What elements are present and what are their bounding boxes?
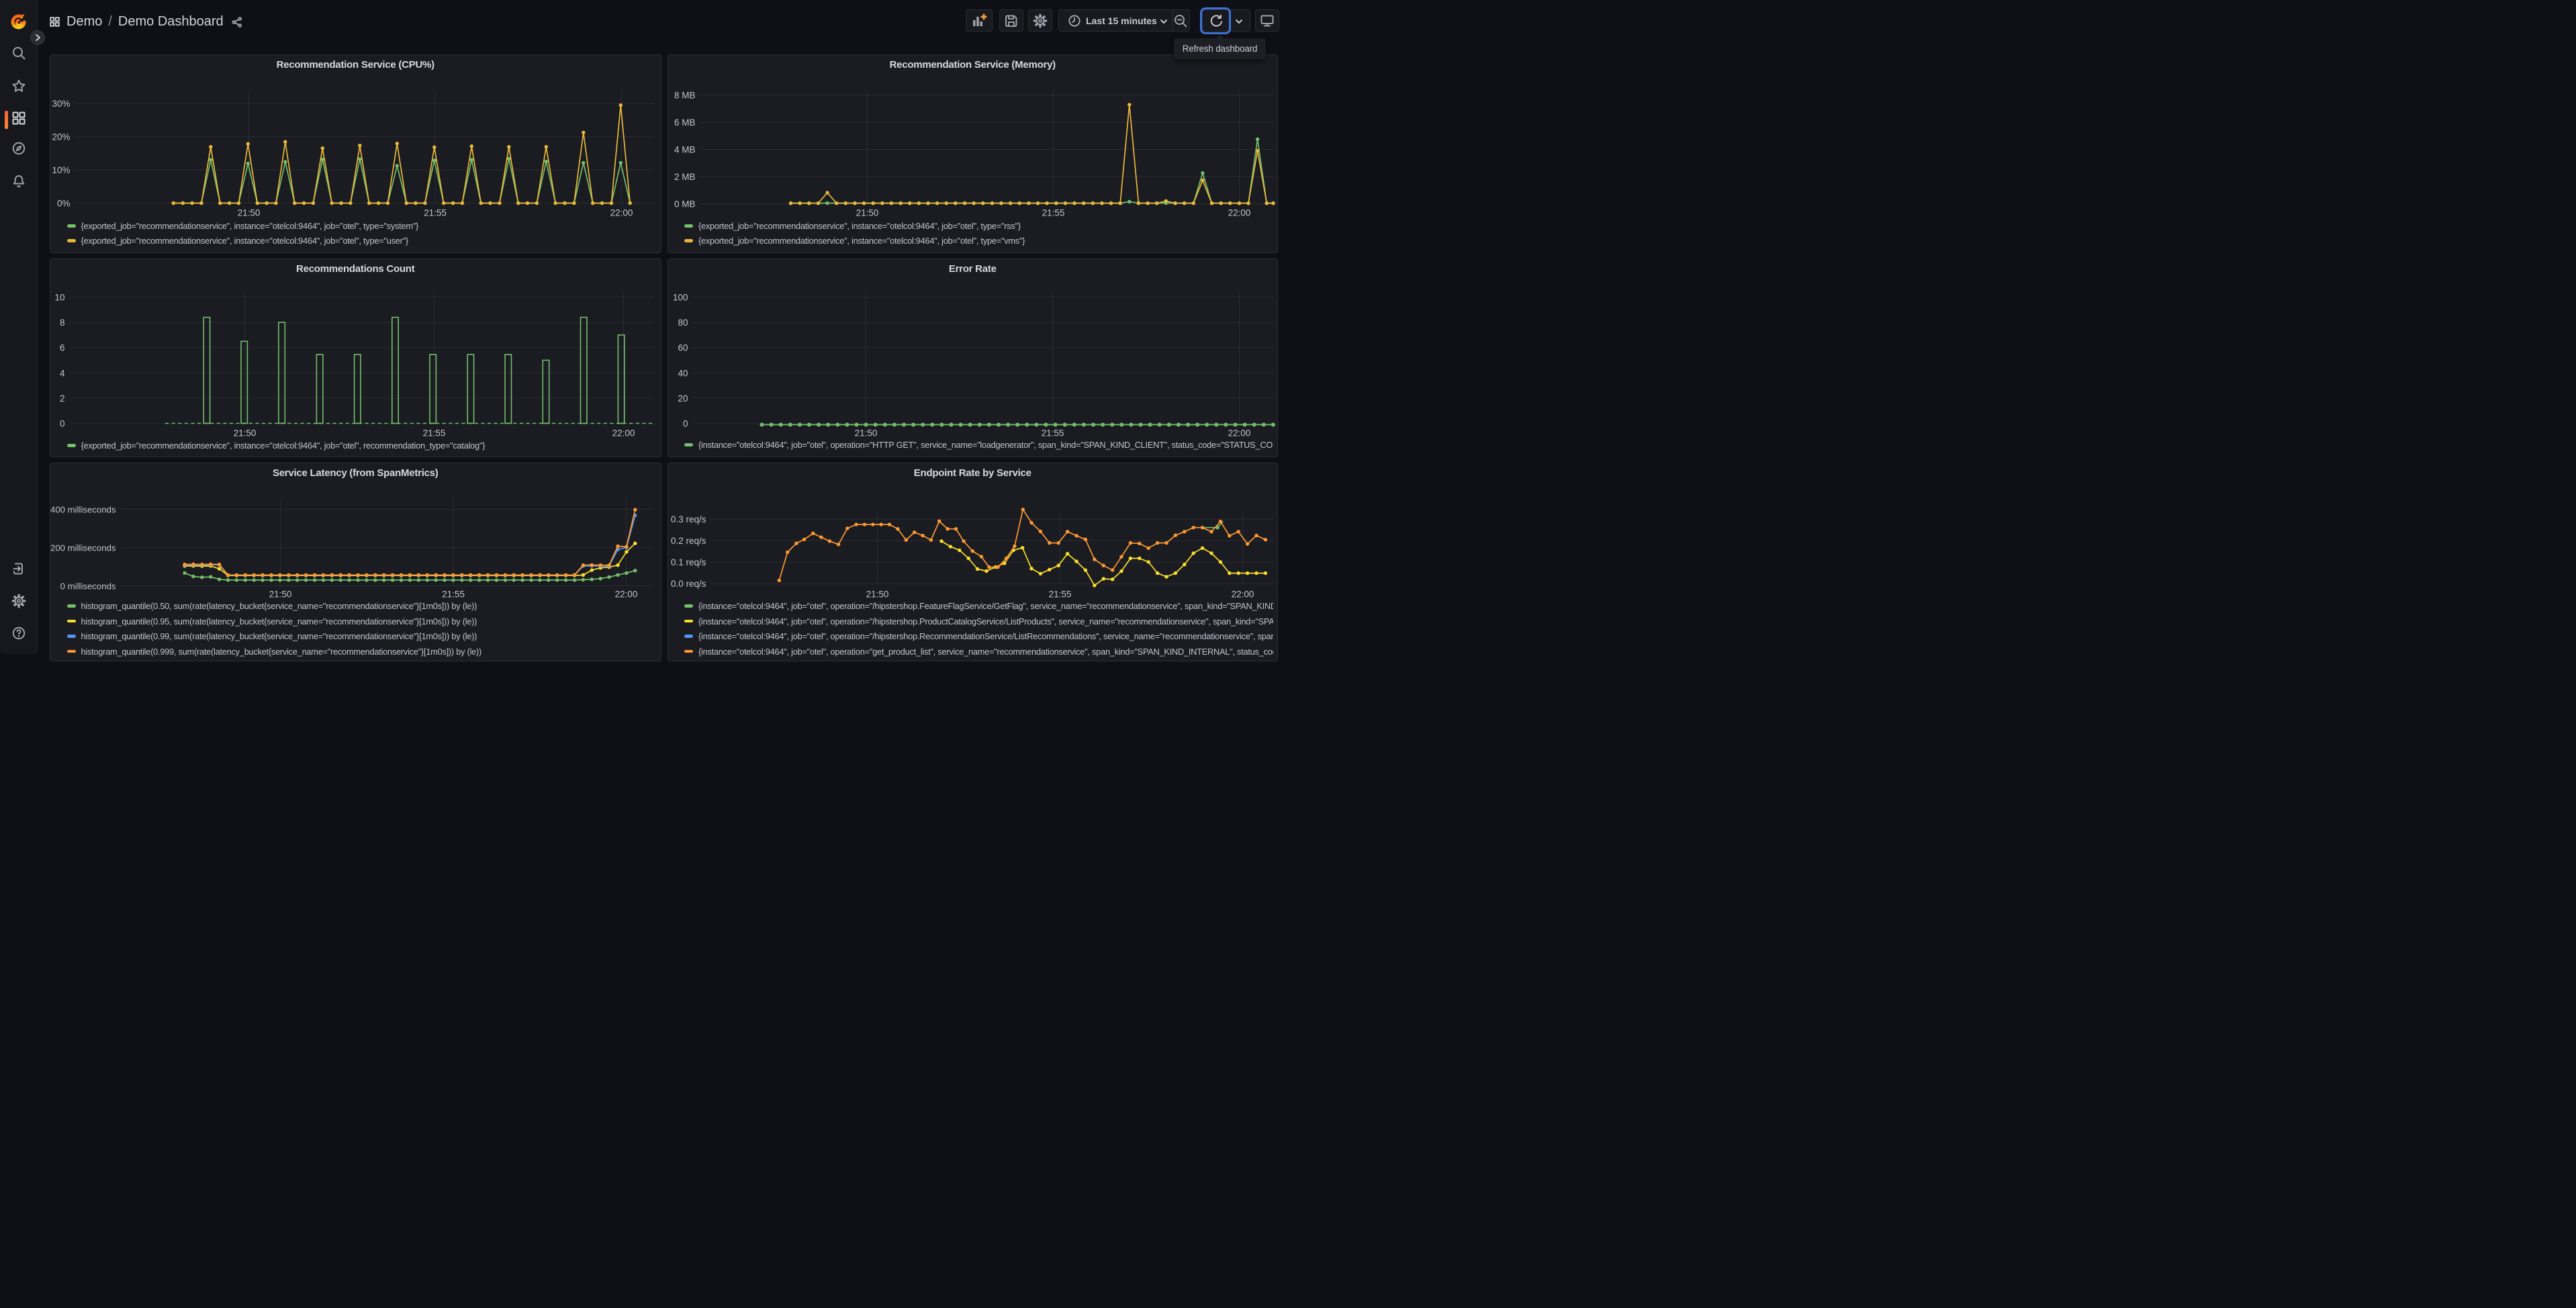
svg-text:0 milliseconds: 0 milliseconds	[60, 581, 116, 591]
svg-text:21:50: 21:50	[269, 589, 291, 599]
svg-text:60: 60	[678, 342, 688, 353]
svg-text:21:50: 21:50	[866, 589, 888, 599]
svg-text:21:55: 21:55	[422, 428, 445, 438]
svg-text:200 milliseconds: 200 milliseconds	[50, 543, 116, 553]
svg-text:21:55: 21:55	[1042, 207, 1064, 218]
svg-text:21:50: 21:50	[856, 207, 878, 218]
svg-text:22:00: 22:00	[614, 589, 637, 599]
svg-text:10: 10	[54, 292, 64, 302]
svg-text:6: 6	[59, 342, 64, 353]
svg-text:8: 8	[59, 318, 64, 328]
svg-text:22:00: 22:00	[1228, 428, 1250, 438]
svg-text:8 MB: 8 MB	[674, 90, 695, 100]
svg-text:2 MB: 2 MB	[674, 172, 695, 182]
svg-text:21:55: 21:55	[442, 589, 465, 599]
svg-text:20%: 20%	[52, 132, 70, 142]
svg-text:6 MB: 6 MB	[674, 118, 695, 128]
svg-text:0.2 req/s: 0.2 req/s	[670, 536, 706, 546]
svg-text:0 MB: 0 MB	[674, 199, 695, 209]
svg-text:21:55: 21:55	[424, 207, 447, 218]
svg-text:0.1 req/s: 0.1 req/s	[670, 557, 706, 567]
svg-text:21:50: 21:50	[237, 207, 260, 218]
svg-text:4: 4	[59, 368, 64, 378]
svg-text:100: 100	[672, 292, 688, 302]
svg-text:400 milliseconds: 400 milliseconds	[50, 504, 116, 514]
svg-text:21:55: 21:55	[1048, 589, 1071, 599]
svg-text:21:50: 21:50	[233, 428, 256, 438]
svg-text:22:00: 22:00	[1228, 207, 1250, 218]
svg-text:0.0 req/s: 0.0 req/s	[670, 579, 706, 589]
svg-text:30%: 30%	[52, 99, 70, 109]
svg-text:10%: 10%	[52, 165, 70, 175]
svg-text:80: 80	[678, 318, 688, 328]
svg-text:0%: 0%	[56, 198, 70, 208]
svg-text:22:00: 22:00	[1231, 589, 1254, 599]
svg-text:40: 40	[678, 368, 688, 378]
svg-text:22:00: 22:00	[612, 428, 635, 438]
svg-text:21:55: 21:55	[1041, 428, 1064, 438]
svg-text:2: 2	[59, 393, 64, 403]
svg-text:0: 0	[59, 418, 64, 428]
svg-text:20: 20	[678, 393, 688, 403]
svg-text:0: 0	[682, 418, 688, 428]
svg-text:4 MB: 4 MB	[674, 144, 695, 154]
svg-text:0.3 req/s: 0.3 req/s	[670, 514, 706, 524]
svg-text:21:50: 21:50	[854, 428, 877, 438]
svg-text:22:00: 22:00	[610, 207, 633, 218]
